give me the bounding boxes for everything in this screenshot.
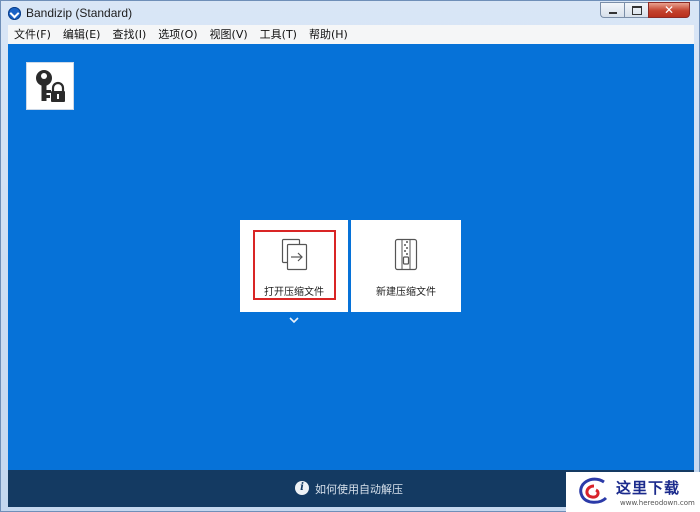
watermark-swirl-icon bbox=[579, 477, 608, 504]
window-controls: ✕ bbox=[600, 2, 690, 18]
open-archive-tile[interactable]: 打开压缩文件 bbox=[240, 220, 348, 312]
watermark-text: 这里下载 bbox=[616, 479, 681, 497]
close-icon: ✕ bbox=[663, 3, 675, 17]
menu-find[interactable]: 查找(I) bbox=[106, 25, 152, 44]
maximize-button[interactable] bbox=[624, 2, 648, 18]
menu-help[interactable]: 帮助(H) bbox=[303, 25, 354, 44]
new-archive-tile[interactable]: 新建压缩文件 bbox=[351, 220, 461, 312]
watermark-logo: 这里下载 www.hereodown.com bbox=[566, 472, 700, 512]
new-archive-label: 新建压缩文件 bbox=[376, 287, 436, 298]
main-content: 打开压缩文件 新建压缩文件 bbox=[8, 44, 694, 470]
window-title: Bandizip (Standard) bbox=[26, 6, 133, 20]
open-archive-icon bbox=[281, 238, 308, 271]
bandizip-app-icon[interactable] bbox=[8, 7, 21, 20]
password-manager-button[interactable] bbox=[26, 62, 74, 110]
minimize-button[interactable] bbox=[600, 2, 624, 18]
menu-bar: 文件(F) 编辑(E) 查找(I) 选项(O) 视图(V) 工具(T) 帮助(H… bbox=[8, 25, 694, 44]
app-window: Bandizip (Standard) ✕ 文件(F) 编辑(E) 查找(I) … bbox=[0, 0, 700, 512]
menu-file[interactable]: 文件(F) bbox=[8, 25, 57, 44]
key-lock-icon bbox=[36, 70, 65, 102]
chevron-down-icon[interactable] bbox=[288, 315, 300, 325]
title-bar[interactable]: Bandizip (Standard) ✕ bbox=[1, 1, 699, 25]
menu-options[interactable]: 选项(O) bbox=[152, 25, 203, 44]
menu-edit[interactable]: 编辑(E) bbox=[57, 25, 107, 44]
minimize-icon bbox=[608, 12, 617, 14]
close-button[interactable]: ✕ bbox=[648, 2, 690, 18]
maximize-icon bbox=[631, 5, 642, 15]
open-archive-label: 打开压缩文件 bbox=[264, 287, 324, 298]
watermark-url: www.hereodown.com bbox=[620, 499, 695, 507]
menu-view[interactable]: 视图(V) bbox=[204, 25, 254, 44]
menu-tools[interactable]: 工具(T) bbox=[254, 25, 303, 44]
info-icon[interactable]: i bbox=[295, 481, 309, 495]
new-archive-icon bbox=[394, 238, 418, 271]
auto-extract-help-link[interactable]: 如何使用自动解压 bbox=[315, 481, 403, 497]
